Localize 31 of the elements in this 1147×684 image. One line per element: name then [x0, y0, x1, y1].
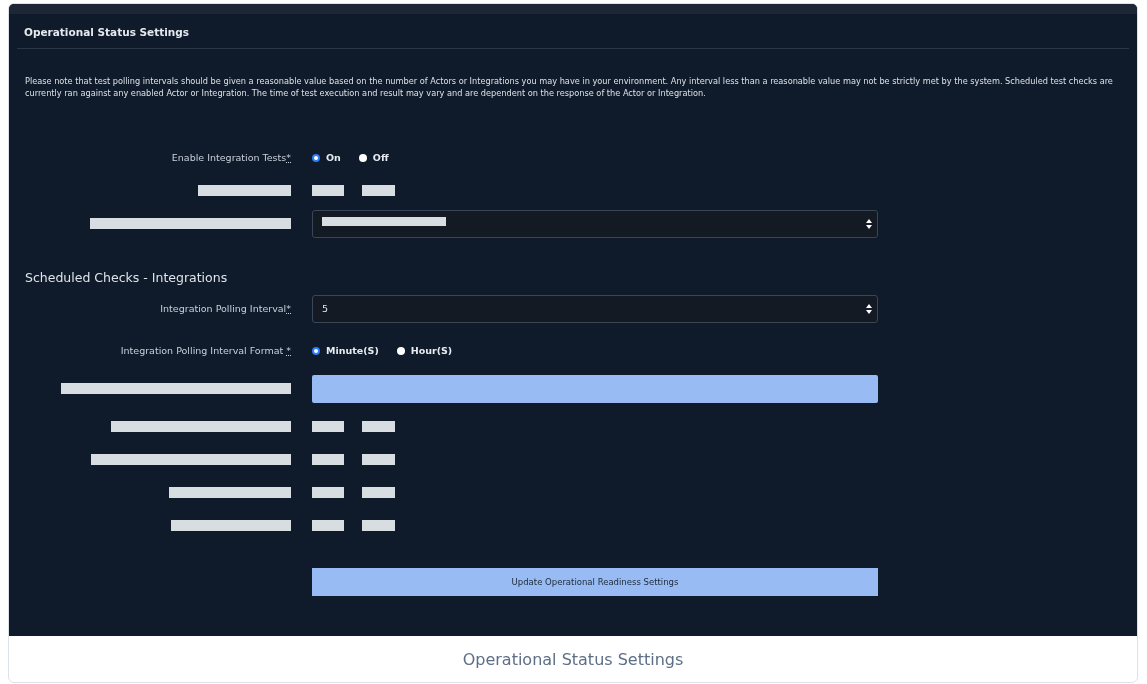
- redaction-bar: [362, 185, 395, 196]
- redaction-bar: [362, 421, 395, 432]
- radio-option[interactable]: On: [312, 152, 341, 163]
- interval-select[interactable]: 5: [312, 294, 878, 323]
- sort-caret-icon: [866, 218, 872, 229]
- update-settings-button[interactable]: Update Operational Readiness Settings: [312, 568, 878, 596]
- radio-option[interactable]: Off: [358, 152, 389, 163]
- dropdown-select[interactable]: [312, 209, 878, 238]
- radio-option[interactable]: Hour(S): [396, 345, 453, 356]
- radio-option[interactable]: Minute(S): [312, 345, 379, 356]
- input-field[interactable]: [312, 374, 878, 403]
- caption-text: Operational Status Settings: [461, 648, 685, 671]
- radio-icon[interactable]: [396, 346, 405, 355]
- field-label: Integration Polling Interval*: [160, 303, 291, 314]
- field-label: Integration Polling Interval Format *: [120, 345, 291, 356]
- panel-title: Operational Status Settings: [23, 25, 191, 40]
- radio-icon[interactable]: [312, 346, 320, 355]
- redaction-bar: [362, 454, 395, 465]
- field-label: Enable Integration Tests*: [171, 152, 291, 163]
- redaction-bar: [312, 185, 344, 196]
- redaction-bar: [312, 454, 344, 465]
- radio-icon[interactable]: [312, 153, 320, 162]
- notice-text: Please note that test polling intervals should be given a reasonable value based on the number of Actors or Integrations you may have in your environment. Any interval less than a reasonable value may not be strictly met by the system. Scheduled test checks are currently ran against any enabled Actor or Integration. The time of test execution and result may vary and are dependent on the response of the Actor or Integration.: [25, 75, 1114, 99]
- redaction-bar: [312, 421, 344, 432]
- redaction-bar: [362, 487, 395, 498]
- redaction-bar: [312, 520, 344, 531]
- radio-icon[interactable]: [358, 153, 367, 162]
- section-heading: Scheduled Checks - Integrations: [24, 269, 229, 287]
- redaction-bar: [362, 520, 395, 531]
- sort-caret-icon: [866, 303, 872, 314]
- redaction-bar: [312, 487, 344, 498]
